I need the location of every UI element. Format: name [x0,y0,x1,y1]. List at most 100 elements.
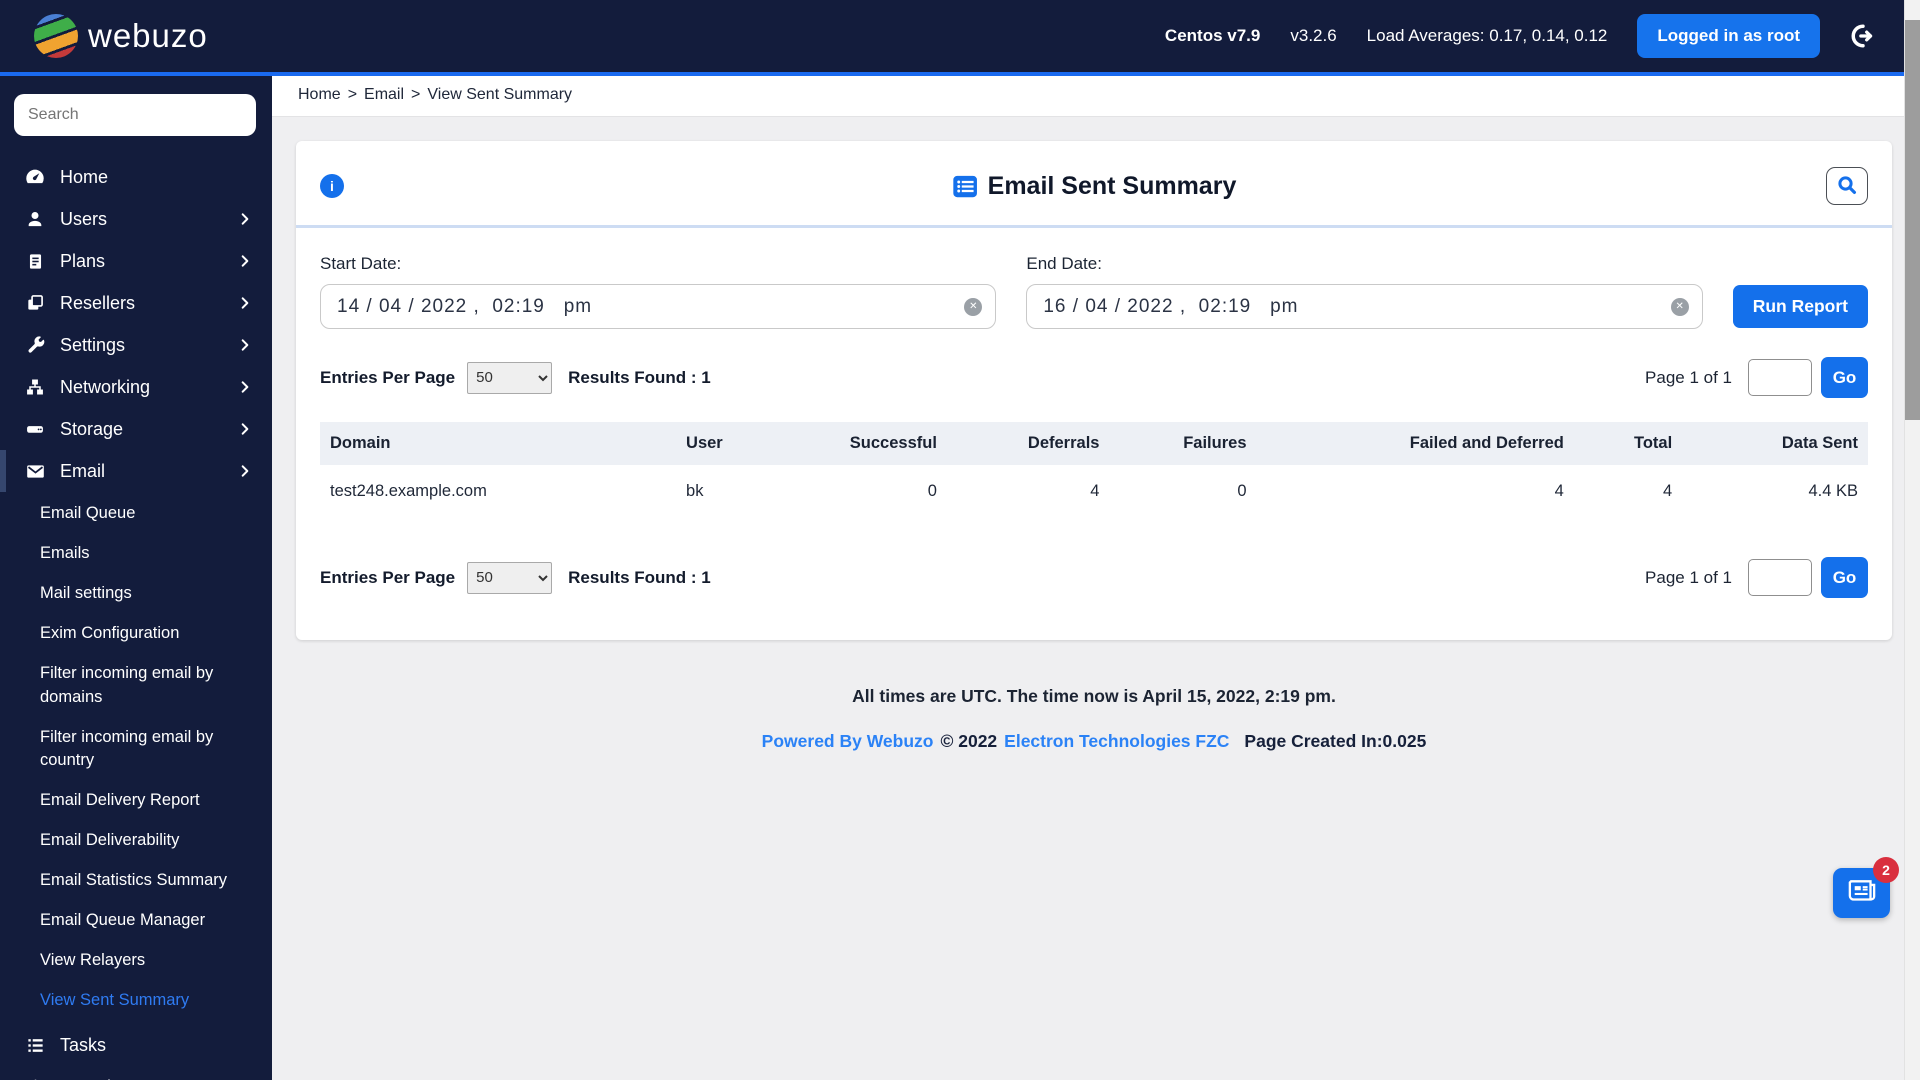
cell-total: 4 [1663,482,1673,500]
col-header-total: Total [1573,422,1683,465]
submenu-item-filter-by-country[interactable]: Filter incoming email by country [0,718,272,782]
sidebar-item-home[interactable]: Home [0,156,272,198]
email-icon [24,460,46,482]
sidebar-item-label: Home [60,166,109,187]
table-header-row: Domain User Successful Deferrals Failure… [320,422,1868,465]
chevron-right-icon [238,254,252,268]
sidebar-item-settings[interactable]: Settings [0,324,272,366]
brand-name: webuzo [88,17,208,54]
breadcrumb-home[interactable]: Home [298,86,341,104]
powered-by-webuzo-link[interactable]: Powered By Webuzo [762,731,934,752]
sidebar: Home Users Plans Resellers [0,76,272,1080]
scrollbar-thumb[interactable] [1905,20,1920,420]
chevron-right-icon [238,212,252,226]
load-averages-label: Load Averages: 0.17, 0.14, 0.12 [1366,26,1608,45]
table-row: test248.example.com bk 0 4 0 4 4 4.4 KB [320,465,1868,515]
entries-per-page-label: Entries Per Page [320,367,456,387]
storage-icon [24,418,46,440]
col-header-domain: Domain [320,422,677,465]
pagination-row-bottom: Entries Per Page 50 Results Found : 1 Pa… [296,515,1892,604]
page-title: Email Sent Summary [987,171,1237,200]
cell-deferrals: 4 [1090,482,1100,500]
panel-search-button[interactable] [1826,167,1868,205]
search-input[interactable] [14,94,256,136]
date-filter-row: Start Date: ✕ End Date: ✕ Run Repor [296,228,1892,333]
webuzo-logo-icon [34,14,78,58]
chevron-right-icon [238,464,252,478]
news-floating-button[interactable]: 2 [1833,857,1899,918]
chevron-right-icon [238,338,252,352]
summary-table-icon [952,173,979,200]
sidebar-item-tasks[interactable]: Tasks [0,1025,272,1067]
vertical-scrollbar [1904,0,1920,1080]
search-icon [1835,173,1859,200]
pagination-row-top: Entries Per Page 50 Results Found : 1 Pa… [296,333,1892,404]
submenu-item-email-delivery-report[interactable]: Email Delivery Report [0,781,272,821]
email-submenu: Email Queue Emails Mail settings Exim Co… [0,492,272,1025]
breadcrumb-separator: > [347,86,358,103]
email-sent-summary-table: Domain User Successful Deferrals Failure… [320,422,1868,515]
entries-per-page-select[interactable]: 50 [467,361,553,394]
page-info-label: Page 1 of 1 [1645,367,1732,387]
run-report-button[interactable]: Run Report [1732,285,1868,328]
submenu-item-view-relayers[interactable]: View Relayers [0,941,272,981]
page-created-label: Page Created In:0.025 [1244,731,1427,751]
sidebar-item-label: Plans [60,250,106,271]
go-button[interactable]: Go [1821,557,1868,598]
sidebar-item-networking[interactable]: Networking [0,366,272,408]
sidebar-item-label: Settings [60,334,126,355]
cell-failures: 0 [1237,482,1247,500]
entries-per-page-label: Entries Per Page [320,567,456,587]
submenu-item-email-queue[interactable]: Email Queue [0,494,272,534]
brand[interactable]: webuzo [34,14,208,58]
sidebar-item-email[interactable]: Email [0,450,272,492]
col-header-failed-and-deferred: Failed and Deferred [1256,422,1574,465]
logout-icon[interactable] [1850,23,1876,49]
page-number-input[interactable] [1748,559,1812,596]
clear-end-date-icon[interactable]: ✕ [1670,297,1689,316]
resellers-icon [24,292,46,314]
submenu-item-exim-configuration[interactable]: Exim Configuration [0,614,272,654]
copyright-label: © 2022 [940,731,998,751]
sidebar-item-users[interactable]: Users [0,198,272,240]
sidebar-nav: Home Users Plans Resellers Settings Netw… [0,156,272,1080]
clear-start-date-icon[interactable]: ✕ [964,297,983,316]
page-info-label: Page 1 of 1 [1645,567,1732,587]
email-sent-summary-panel: i Email Sent Summary Start Date: 14 / 04… [296,141,1892,640]
col-header-data-sent: Data Sent [1682,422,1868,465]
end-date-input[interactable] [1026,284,1703,329]
info-icon[interactable]: i [320,174,344,198]
electron-technologies-link[interactable]: Electron Technologies FZC [1004,731,1229,752]
submenu-item-email-deliverability[interactable]: Email Deliverability [0,821,272,861]
sidebar-item-label: Users [60,208,108,229]
chevron-right-icon [238,422,252,436]
chevron-right-icon [238,296,252,310]
breadcrumb-email[interactable]: Email [364,86,404,104]
submenu-item-email-queue-manager[interactable]: Email Queue Manager [0,901,272,941]
version-label: v3.2.6 [1290,26,1337,45]
submenu-item-mail-settings[interactable]: Mail settings [0,574,272,614]
sidebar-item-storage[interactable]: Storage [0,408,272,450]
submenu-item-email-statistics-summary[interactable]: Email Statistics Summary [0,861,272,901]
sidebar-item-label: Networking [60,376,151,397]
sidebar-item-resellers[interactable]: Resellers [0,282,272,324]
sidebar-item-label: Email [60,460,106,481]
submenu-item-emails[interactable]: Emails [0,534,272,574]
sidebar-item-plans[interactable]: Plans [0,240,272,282]
logged-in-as-root-button[interactable]: Logged in as root [1637,14,1820,58]
cell-user: bk [686,482,704,500]
sidebar-item-label: Tasks [60,1035,107,1056]
main-content: Home > Email > View Sent Summary i Email… [272,76,1920,1080]
submenu-item-filter-by-domains[interactable]: Filter incoming email by domains [0,654,272,718]
submenu-item-view-sent-summary[interactable]: View Sent Summary [0,981,272,1021]
go-button[interactable]: Go [1821,357,1868,398]
newsletter-icon [1845,876,1879,911]
dashboard-icon [24,166,46,188]
entries-per-page-select[interactable]: 50 [467,561,553,594]
cell-domain: test248.example.com [330,482,487,500]
start-date-input[interactable] [320,284,997,329]
breadcrumb-current: View Sent Summary [427,86,573,103]
os-label: Centos v7.9 [1164,26,1261,45]
sidebar-item-security[interactable]: Security [0,1067,272,1080]
page-number-input[interactable] [1748,359,1812,396]
